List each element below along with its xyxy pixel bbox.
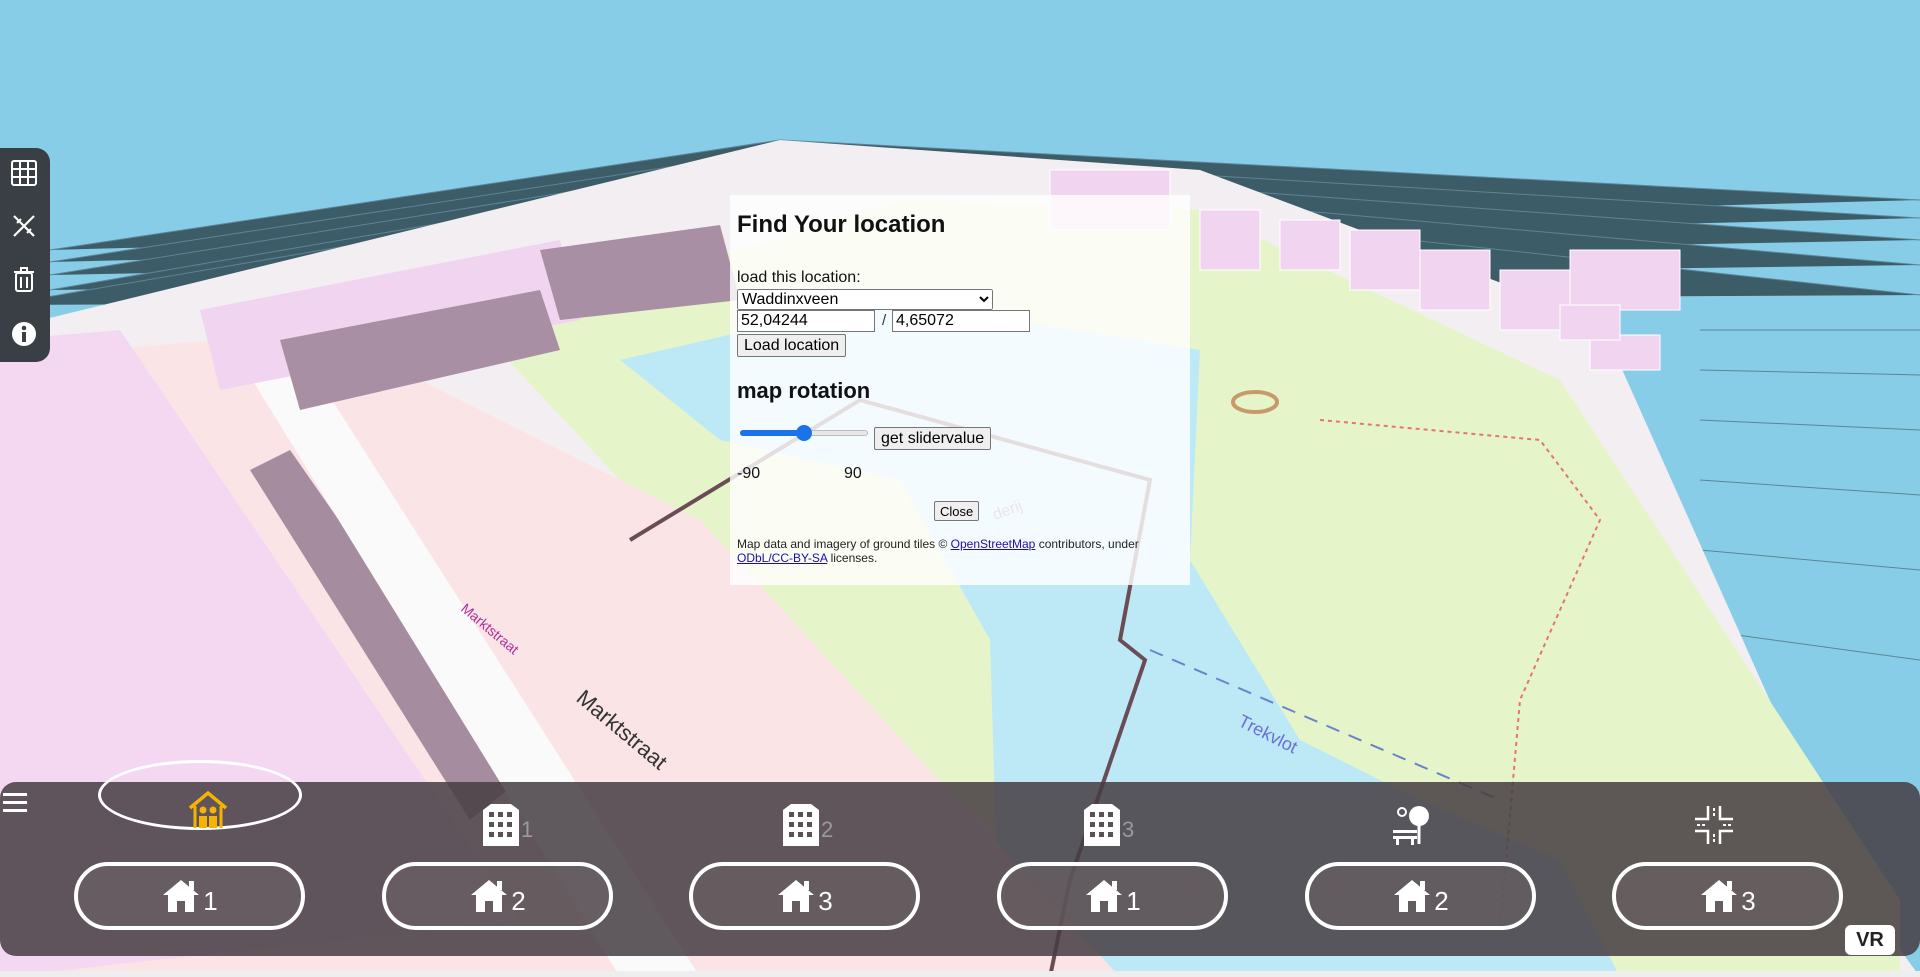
family-home-icon <box>188 790 228 828</box>
pill-number: 3 <box>818 885 833 916</box>
pill-number: 1 <box>203 885 218 916</box>
coord-separator: / <box>882 312 887 329</box>
house-icon <box>471 880 508 912</box>
slider-max-label: 90 <box>844 465 862 482</box>
pill-number: 2 <box>511 885 526 916</box>
house-variant-button-4[interactable]: 1 <box>997 862 1228 930</box>
delete-button[interactable] <box>8 264 40 296</box>
rotation-slider[interactable] <box>740 425 868 441</box>
attribution-prefix: Map data and imagery of ground tiles © <box>737 537 951 551</box>
pill-number: 2 <box>1434 885 1449 916</box>
apartment-building-icon <box>783 804 819 846</box>
rotation-title: map rotation <box>737 378 871 403</box>
category-apartment-3[interactable]: 3 <box>1062 795 1142 855</box>
house-icon <box>163 880 200 912</box>
panel-title: Find Your location <box>737 211 946 238</box>
info-button[interactable] <box>8 318 40 350</box>
grid-button[interactable] <box>8 157 40 189</box>
left-toolbar <box>0 148 50 362</box>
longitude-input[interactable] <box>892 310 1030 332</box>
category-number: 1 <box>521 817 534 842</box>
load-location-label: load this location: <box>737 269 861 286</box>
attribution-middle: contributors, under <box>1035 537 1139 551</box>
attribution-suffix: licenses. <box>827 551 878 565</box>
crossroad-icon <box>1695 806 1733 844</box>
house-icon <box>1394 880 1431 912</box>
pill-number: 1 <box>1126 885 1141 916</box>
house-variant-button-5[interactable]: 2 <box>1305 862 1536 930</box>
house-variant-button-6[interactable]: 3 <box>1612 862 1843 930</box>
trash-icon <box>14 267 34 292</box>
category-number: 2 <box>821 817 834 842</box>
house-icon <box>1701 880 1738 912</box>
load-location-button[interactable]: Load location <box>737 334 847 357</box>
house-icon <box>778 880 815 912</box>
info-icon <box>12 322 36 346</box>
map-attribution: Map data and imagery of ground tiles © O… <box>737 537 1187 565</box>
slider-min-label: -90 <box>737 465 761 482</box>
house-icon <box>1086 880 1123 912</box>
license-link[interactable]: ODbL/CC-BY-SA <box>737 551 827 565</box>
footer-strip <box>0 971 1920 977</box>
category-park[interactable] <box>1372 795 1452 855</box>
category-apartment-2[interactable]: 2 <box>761 795 841 855</box>
hamburger-icon <box>3 793 27 812</box>
apartment-building-icon <box>1084 804 1120 846</box>
category-number: 3 <box>1122 817 1135 842</box>
measure-icon <box>13 215 35 237</box>
park-bench-tree-icon <box>1393 806 1429 845</box>
pill-number: 3 <box>1741 885 1756 916</box>
latitude-input[interactable] <box>737 310 875 332</box>
category-crossroad[interactable] <box>1674 795 1754 855</box>
house-variant-button-1[interactable]: 1 <box>74 862 305 930</box>
measure-button[interactable] <box>8 210 40 242</box>
get-slidervalue-button[interactable]: get slidervalue <box>874 427 992 450</box>
category-apartment-1[interactable]: 1 <box>461 795 541 855</box>
grid-icon <box>11 160 37 186</box>
location-panel: Find Your location load this location: W… <box>730 195 1190 585</box>
house-variant-button-3[interactable]: 3 <box>689 862 920 930</box>
location-select[interactable]: Waddinxveen <box>737 289 993 310</box>
openstreetmap-link[interactable]: OpenStreetMap <box>951 537 1036 551</box>
slider-fill <box>740 430 804 436</box>
category-family-home[interactable] <box>168 780 248 840</box>
house-variant-button-2[interactable]: 2 <box>382 862 613 930</box>
apartment-building-icon <box>483 804 519 846</box>
hamburger-menu-button[interactable] <box>3 792 27 819</box>
slider-thumb[interactable] <box>796 425 812 441</box>
close-button[interactable]: Close <box>934 501 980 521</box>
vr-button[interactable]: VR <box>1845 925 1895 955</box>
